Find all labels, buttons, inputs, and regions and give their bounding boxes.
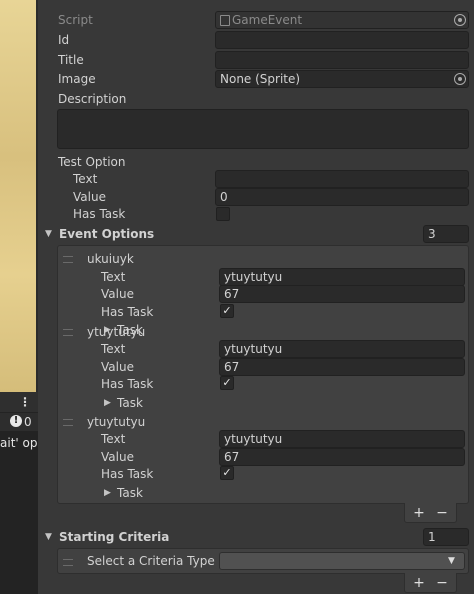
description-input[interactable] xyxy=(57,109,469,149)
menu-icon[interactable]: ⋮ xyxy=(19,395,31,409)
remove-event-option-button[interactable]: − xyxy=(431,505,453,521)
test-option-has-task-label: Has Task xyxy=(73,207,126,221)
scene-preview xyxy=(0,0,36,392)
test-option-value-input[interactable]: 0 xyxy=(215,188,469,206)
title-label: Title xyxy=(58,53,84,67)
starting-criteria-size-input[interactable]: 1 xyxy=(423,528,469,546)
event-option-task-label[interactable]: Task xyxy=(117,396,143,410)
badge-count: 0 xyxy=(24,415,32,429)
script-icon xyxy=(220,15,230,26)
criteria-type-dropdown[interactable]: ▼ xyxy=(219,552,465,570)
event-option-value-label: Value xyxy=(101,450,134,464)
id-label: Id xyxy=(58,33,70,47)
starting-criteria-label[interactable]: Starting Criteria xyxy=(59,530,169,544)
script-value: GameEvent xyxy=(232,13,303,27)
event-option-has-task-label: Has Task xyxy=(101,377,154,391)
dropdown-arrow-icon: ▼ xyxy=(448,556,455,566)
event-option-value-label: Value xyxy=(101,360,134,374)
event-option-has-task-checkbox[interactable]: ✓ xyxy=(220,466,234,480)
script-label: Script xyxy=(58,13,93,27)
warning-icon: ! xyxy=(10,415,22,427)
object-picker-icon[interactable] xyxy=(454,14,466,26)
test-option-text-label: Text xyxy=(73,172,98,186)
event-option-name[interactable]: ukuiuyk xyxy=(87,252,134,266)
event-options-label[interactable]: Event Options xyxy=(59,227,154,241)
task-foldout-icon[interactable]: ▶ xyxy=(104,488,111,498)
drag-handle[interactable] xyxy=(63,256,73,263)
image-label: Image xyxy=(58,72,96,86)
test-option-value-label: Value xyxy=(73,190,106,204)
event-option-has-task-checkbox[interactable]: ✓ xyxy=(220,376,234,390)
script-field: GameEvent xyxy=(215,11,469,29)
add-event-option-button[interactable]: + xyxy=(408,505,430,521)
criteria-type-label: Select a Criteria Type xyxy=(87,554,215,568)
title-input[interactable] xyxy=(215,51,469,69)
drag-handle[interactable] xyxy=(63,559,73,566)
id-input[interactable] xyxy=(215,31,469,49)
event-option-value-input[interactable]: 67 xyxy=(219,285,465,303)
event-option-value-input[interactable]: 67 xyxy=(219,448,465,466)
event-option-text-label: Text xyxy=(101,270,126,284)
console-snippet: ait' op xyxy=(0,436,38,450)
event-option-name[interactable]: ytuytutyu xyxy=(87,325,145,339)
test-option-label: Test Option xyxy=(58,155,126,169)
event-option-has-task-label: Has Task xyxy=(101,305,154,319)
drag-handle[interactable] xyxy=(63,419,73,426)
event-option-name[interactable]: ytuytutyu xyxy=(87,415,145,429)
event-options-size-input[interactable]: 3 xyxy=(423,225,469,243)
event-option-has-task-checkbox[interactable]: ✓ xyxy=(220,304,234,318)
starting-criteria-foldout-icon[interactable]: ▼ xyxy=(45,532,52,542)
event-option-value-label: Value xyxy=(101,287,134,301)
event-option-text-input[interactable]: ytuytutyu xyxy=(219,268,465,286)
event-option-text-input[interactable]: ytuytutyu xyxy=(219,430,465,448)
console-badge[interactable]: ! 0 xyxy=(0,413,38,431)
event-option-text-label: Text xyxy=(101,342,126,356)
event-option-text-label: Text xyxy=(101,432,126,446)
image-field[interactable]: None (Sprite) xyxy=(215,70,469,88)
task-foldout-icon[interactable]: ▶ xyxy=(104,398,111,408)
event-option-text-input[interactable]: ytuytutyu xyxy=(219,340,465,358)
add-criteria-button[interactable]: + xyxy=(408,575,430,591)
drag-handle[interactable] xyxy=(63,329,73,336)
event-option-has-task-label: Has Task xyxy=(101,467,154,481)
event-option-value-input[interactable]: 67 xyxy=(219,358,465,376)
event-option-task-label[interactable]: Task xyxy=(117,486,143,500)
test-option-has-task-checkbox[interactable] xyxy=(216,207,230,221)
event-options-foldout-icon[interactable]: ▼ xyxy=(45,229,52,239)
description-label: Description xyxy=(58,92,127,106)
object-picker-icon[interactable] xyxy=(454,73,466,85)
image-value: None (Sprite) xyxy=(220,72,301,86)
test-option-text-input[interactable] xyxy=(215,170,469,188)
remove-criteria-button[interactable]: − xyxy=(431,575,453,591)
